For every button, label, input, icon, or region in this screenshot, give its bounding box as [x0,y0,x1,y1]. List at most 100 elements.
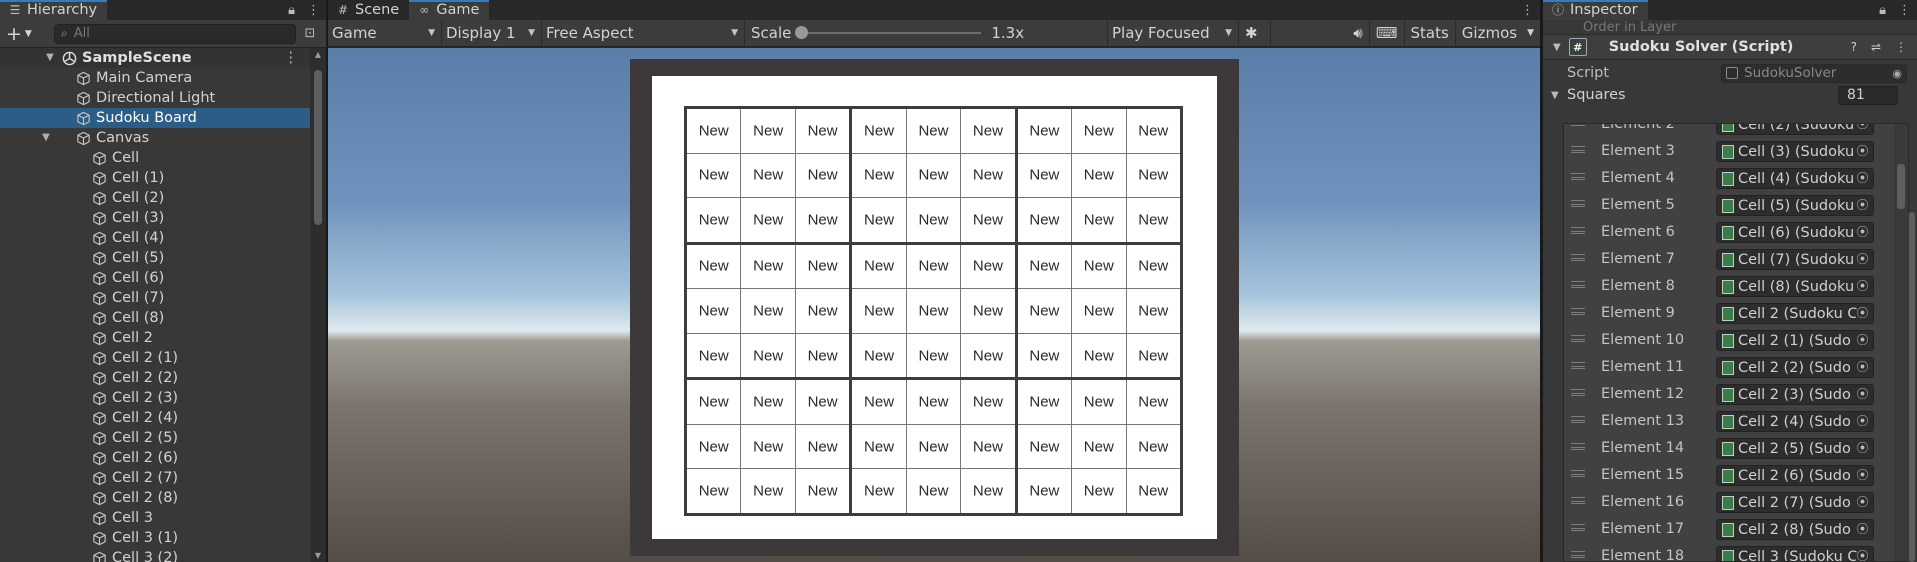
object-picker-icon[interactable]: ◉ [1892,67,1902,80]
sudoku-cell[interactable]: New [906,153,961,198]
hierarchy-item[interactable]: Directional Light [0,88,310,108]
sudoku-cell[interactable]: New [1017,244,1072,289]
hierarchy-item[interactable]: Cell 2 (8) [0,488,310,508]
sudoku-cell[interactable]: New [1017,380,1072,424]
sudoku-cell[interactable]: New [1126,424,1180,469]
drag-handle-icon[interactable] [1571,254,1585,261]
sudoku-cell[interactable]: New [741,153,795,198]
sudoku-cell[interactable]: New [795,424,850,469]
sudoku-cell[interactable]: New [1017,469,1072,513]
object-picker-icon[interactable]: ⦿ [1855,124,1870,132]
drag-handle-icon[interactable] [1571,173,1585,180]
hierarchy-item[interactable]: Cell 2 (7) [0,468,310,488]
element-object-field[interactable]: Cell (5) (Sudoku ⦿ [1716,195,1874,216]
hierarchy-scrollbar[interactable]: ▲ ▼ [310,48,326,562]
sudoku-cell[interactable]: New [687,198,741,242]
sudoku-cell[interactable]: New [906,424,961,469]
kebab-menu-icon[interactable]: ⋮ [307,3,320,18]
sudoku-cell[interactable]: New [1072,333,1126,378]
collapse-arrow-icon[interactable]: ▼ [1553,42,1561,53]
sudoku-cell[interactable]: New [906,244,961,289]
object-picker-icon[interactable]: ⦿ [1855,414,1870,429]
sudoku-cell[interactable]: New [1072,109,1126,153]
element-object-field[interactable]: Cell (8) (Sudoku ⦿ [1716,276,1874,297]
object-picker-icon[interactable]: ⦿ [1855,441,1870,456]
element-object-field[interactable]: Cell 2 (4) (Sudo ⦿ [1716,411,1874,432]
element-object-field[interactable]: Cell 2 (1) (Sudo ⦿ [1716,330,1874,351]
gizmos-button[interactable]: Gizmos ▼ [1456,20,1540,47]
collapse-arrow-icon[interactable]: ▼ [44,48,56,68]
sudoku-cell[interactable]: New [1017,333,1072,378]
sudoku-cell[interactable]: New [852,333,906,378]
sudoku-cell[interactable]: New [906,198,961,242]
sudoku-cell[interactable]: New [795,469,850,513]
sudoku-cell[interactable]: New [687,469,741,513]
tab-hierarchy[interactable]: ☰ Hierarchy [0,0,108,20]
sudoku-cell[interactable]: New [1072,289,1126,333]
object-picker-icon[interactable]: ⦿ [1855,225,1870,240]
sudoku-cell[interactable]: New [961,244,1015,289]
sudoku-cell[interactable]: New [1072,244,1126,289]
tab-game[interactable]: ∞ Game [409,0,490,20]
sudoku-cell[interactable]: New [852,289,906,333]
sudoku-solver-component-header[interactable]: ▼ # Sudoku Solver (Script) ? ⇌ ⋮ [1543,34,1917,60]
hierarchy-item[interactable]: Cell (6) [0,268,310,288]
tab-scene[interactable]: # Scene [328,0,409,20]
sudoku-cell[interactable]: New [687,153,741,198]
drag-handle-icon[interactable] [1571,443,1585,450]
hierarchy-item[interactable]: Cell (5) [0,248,310,268]
search-options-icon[interactable]: ⊡ [300,24,320,44]
object-picker-icon[interactable]: ⦿ [1855,387,1870,402]
scroll-down-icon[interactable]: ▼ [310,551,326,560]
sudoku-cell[interactable]: New [795,153,850,198]
drag-handle-icon[interactable] [1571,362,1585,369]
drag-handle-icon[interactable] [1571,227,1585,234]
object-picker-icon[interactable]: ⦿ [1855,306,1870,321]
hierarchy-item[interactable]: Cell (1) [0,168,310,188]
sudoku-cell[interactable]: New [1072,424,1126,469]
sudoku-cell[interactable]: New [1126,380,1180,424]
drag-handle-icon[interactable] [1571,124,1585,126]
debug-bug-icon[interactable]: ✱ [1239,19,1271,47]
sudoku-cell[interactable]: New [852,153,906,198]
inspector-scrollbar[interactable] [1907,212,1917,562]
hierarchy-item[interactable]: Cell [0,148,310,168]
object-picker-icon[interactable]: ⦿ [1855,549,1870,561]
object-picker-icon[interactable]: ⦿ [1855,144,1870,159]
drag-handle-icon[interactable] [1571,551,1585,558]
element-object-field[interactable]: Cell (4) (Sudoku ⦿ [1716,168,1874,189]
collapse-arrow-icon[interactable]: ▼ [40,128,52,148]
sudoku-cell[interactable]: New [961,198,1015,242]
lock-icon[interactable]: 🔒︎ [288,3,295,18]
sudoku-cell[interactable]: New [1017,109,1072,153]
sudoku-cell[interactable]: New [741,244,795,289]
sudoku-cell[interactable]: New [1126,289,1180,333]
sudoku-cell[interactable]: New [1072,380,1126,424]
audio-mute-icon[interactable]: 🔊︎ [1347,19,1370,47]
sudoku-cell[interactable]: New [687,244,741,289]
sudoku-cell[interactable]: New [961,380,1015,424]
scroll-thumb[interactable] [1909,212,1915,562]
sudoku-cell[interactable]: New [687,424,741,469]
drag-handle-icon[interactable] [1571,281,1585,288]
sudoku-cell[interactable]: New [961,289,1015,333]
sudoku-cell[interactable]: New [687,289,741,333]
object-picker-icon[interactable]: ⦿ [1855,468,1870,483]
sudoku-cell[interactable]: New [741,380,795,424]
sudoku-cell[interactable]: New [687,333,741,378]
drag-handle-icon[interactable] [1571,335,1585,342]
element-object-field[interactable]: Cell 2 (8) (Sudo ⦿ [1716,519,1874,540]
display-dropdown[interactable]: Display 1 ▼ [442,19,542,47]
sudoku-cell[interactable]: New [852,244,906,289]
kebab-menu-icon[interactable]: ⋮ [1521,3,1534,18]
sudoku-cell[interactable]: New [1072,198,1126,242]
sudoku-cell[interactable]: New [795,109,850,153]
drag-handle-icon[interactable] [1571,389,1585,396]
tab-inspector[interactable]: ⓘ Inspector [1543,0,1648,20]
hierarchy-item[interactable]: Cell (4) [0,228,310,248]
sudoku-cell[interactable]: New [1126,198,1180,242]
scene-menu-icon[interactable]: ⋮ [284,48,299,68]
object-picker-icon[interactable]: ⦿ [1855,198,1870,213]
sudoku-cell[interactable]: New [1072,153,1126,198]
element-object-field[interactable]: Cell (6) (Sudoku ⦿ [1716,222,1874,243]
